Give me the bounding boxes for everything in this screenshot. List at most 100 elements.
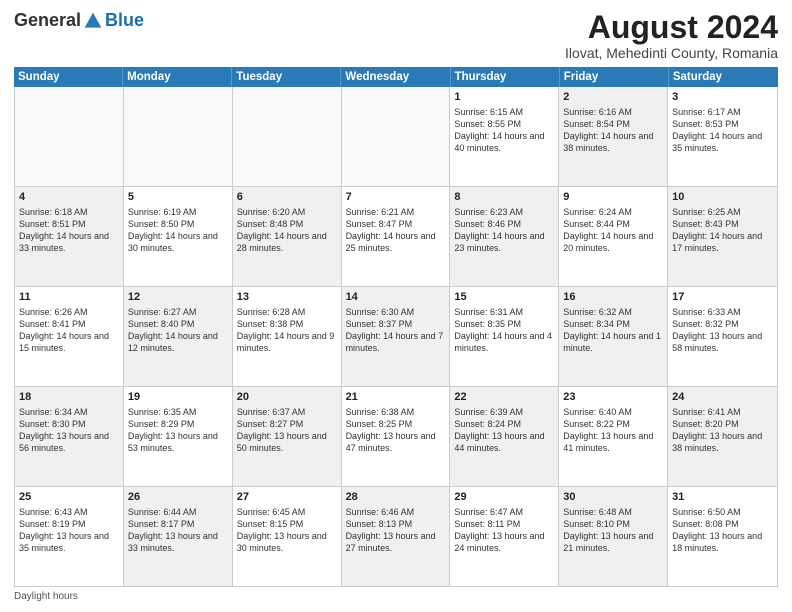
day-number: 30 [563,490,663,505]
calendar-cell: 6 Sunrise: 6:20 AM Sunset: 8:48 PM Daylight… [233,187,342,286]
daylight-text: Daylight: 14 hours and 12 minutes. [128,331,218,353]
sunrise-text: Sunrise: 6:39 AM [454,407,523,417]
page-subtitle: Ilovat, Mehedinti County, Romania [565,45,778,61]
sunset-text: Sunset: 8:46 PM [454,219,521,229]
day-number: 8 [454,190,554,205]
logo-blue-text: Blue [105,10,144,31]
calendar-cell: 23Sunrise: 6:40 AMSunset: 8:22 PMDayligh… [559,387,668,486]
calendar-cell: 15Sunrise: 6:31 AMSunset: 8:35 PMDayligh… [450,287,559,386]
sunrise-text: Sunrise: 6:21 AM [346,207,415,217]
day-number: 24 [672,390,773,405]
calendar-body: 1Sunrise: 6:15 AMSunset: 8:55 PMDaylight… [14,87,778,587]
day-number: 21 [346,390,446,405]
sunrise-text: Sunrise: 6:33 AM [672,307,741,317]
sunrise-text: Sunrise: 6:23 AM [454,207,523,217]
logo: General Blue [14,10,144,31]
sunset-text: Sunset: 8:50 PM [128,219,195,229]
day-number: 29 [454,490,554,505]
daylight-text: Daylight: 13 hours and 18 minutes. [672,531,762,553]
sunrise-text: Sunrise: 6:20 AM [237,207,306,217]
page-header: General Blue August 2024 Ilovat, Mehedin… [14,10,778,61]
sunset-text: Sunset: 8:25 PM [346,419,413,429]
daylight-text: Daylight: 13 hours and 35 minutes. [19,531,109,553]
daylight-text: Daylight: 14 hours and 20 minutes. [563,231,653,253]
day-header-wednesday: Wednesday [341,67,450,87]
day-header-monday: Monday [123,67,232,87]
sunset-text: Sunset: 8:22 PM [563,419,630,429]
daylight-text: Daylight: 13 hours and 30 minutes. [237,531,327,553]
day-number: 15 [454,290,554,305]
calendar-cell [342,87,451,186]
calendar-header: Sunday Monday Tuesday Wednesday Thursday… [14,67,778,87]
sunrise-text: Sunrise: 6:34 AM [19,407,88,417]
calendar-cell: 9Sunrise: 6:24 AMSunset: 8:44 PMDaylight… [559,187,668,286]
logo-general-text: General [14,10,81,31]
day-number: 14 [346,290,446,305]
daylight-text: Daylight: 13 hours and 58 minutes. [672,331,762,353]
daylight-text: Daylight: 13 hours and 24 minutes. [454,531,544,553]
daylight-text: Daylight: 13 hours and 53 minutes. [128,431,218,453]
sunset-text: Sunset: 8:37 PM [346,319,413,329]
daylight-text: Daylight: 14 hours and 1 minute. [563,331,661,353]
day-header-thursday: Thursday [451,67,560,87]
sunrise-text: Sunrise: 6:18 AM [19,207,88,217]
day-number: 6 [237,190,337,205]
calendar-cell: 12Sunrise: 6:27 AMSunset: 8:40 PMDayligh… [124,287,233,386]
day-number: 11 [19,290,119,305]
sunrise-text: Sunrise: 6:45 AM [237,507,306,517]
sunrise-text: Sunrise: 6:48 AM [563,507,632,517]
sunrise-text: Sunrise: 6:47 AM [454,507,523,517]
sunrise-text: Sunrise: 6:35 AM [128,407,197,417]
day-header-sunday: Sunday [14,67,123,87]
daylight-text: Daylight: 14 hours and 15 minutes. [19,331,109,353]
sunset-text: Sunset: 8:53 PM [672,119,739,129]
daylight-text: Daylight: 14 hours and 30 minutes. [128,231,218,253]
daylight-text: Daylight: 13 hours and 33 minutes. [128,531,218,553]
sunrise-text: Sunrise: 6:41 AM [672,407,741,417]
sunset-text: Sunset: 8:43 PM [672,219,739,229]
sunset-text: Sunset: 8:19 PM [19,519,86,529]
day-number: 25 [19,490,119,505]
daylight-text: Daylight: 13 hours and 38 minutes. [672,431,762,453]
sunset-text: Sunset: 8:20 PM [672,419,739,429]
sunset-text: Sunset: 8:35 PM [454,319,521,329]
sunset-text: Sunset: 8:41 PM [19,319,86,329]
daylight-text: Daylight: 14 hours and 17 minutes. [672,231,762,253]
calendar-cell: 7Sunrise: 6:21 AMSunset: 8:47 PMDaylight… [342,187,451,286]
day-number: 13 [237,290,337,305]
calendar-cell: 16Sunrise: 6:32 AMSunset: 8:34 PMDayligh… [559,287,668,386]
sunrise-text: Sunrise: 6:46 AM [346,507,415,517]
day-number: 27 [237,490,337,505]
calendar-cell: 3Sunrise: 6:17 AMSunset: 8:53 PMDaylight… [668,87,777,186]
sunrise-text: Sunrise: 6:17 AM [672,107,741,117]
daylight-text: Daylight: 14 hours and 9 minutes. [237,331,335,353]
sunrise-text: Sunrise: 6:15 AM [454,107,523,117]
calendar-cell: 14Sunrise: 6:30 AMSunset: 8:37 PMDayligh… [342,287,451,386]
sunset-text: Sunset: 8:13 PM [346,519,413,529]
calendar-cell: 4Sunrise: 6:18 AMSunset: 8:51 PMDaylight… [15,187,124,286]
sunrise-text: Sunrise: 6:30 AM [346,307,415,317]
calendar-week-3: 11Sunrise: 6:26 AMSunset: 8:41 PMDayligh… [15,287,777,387]
calendar-week-4: 18Sunrise: 6:34 AMSunset: 8:30 PMDayligh… [15,387,777,487]
daylight-text: Daylight: 14 hours and 23 minutes. [454,231,544,253]
daylight-text: Daylight: 14 hours and 38 minutes. [563,131,653,153]
sunrise-text: Sunrise: 6:27 AM [128,307,197,317]
calendar-cell: 30Sunrise: 6:48 AMSunset: 8:10 PMDayligh… [559,487,668,586]
calendar-cell: 22Sunrise: 6:39 AMSunset: 8:24 PMDayligh… [450,387,559,486]
sunset-text: Sunset: 8:08 PM [672,519,739,529]
sunset-text: Sunset: 8:48 PM [237,219,304,229]
title-block: August 2024 Ilovat, Mehedinti County, Ro… [565,10,778,61]
calendar-week-5: 25Sunrise: 6:43 AMSunset: 8:19 PMDayligh… [15,487,777,586]
calendar-cell: 25Sunrise: 6:43 AMSunset: 8:19 PMDayligh… [15,487,124,586]
daylight-text: Daylight: 14 hours and 28 minutes. [237,231,327,253]
calendar-cell [124,87,233,186]
day-number: 12 [128,290,228,305]
calendar-cell [233,87,342,186]
calendar-cell: 19Sunrise: 6:35 AMSunset: 8:29 PMDayligh… [124,387,233,486]
calendar-cell: 31Sunrise: 6:50 AMSunset: 8:08 PMDayligh… [668,487,777,586]
sunset-text: Sunset: 8:54 PM [563,119,630,129]
sunset-text: Sunset: 8:10 PM [563,519,630,529]
calendar-rows: 1Sunrise: 6:15 AMSunset: 8:55 PMDaylight… [15,87,777,586]
calendar-cell: 28Sunrise: 6:46 AMSunset: 8:13 PMDayligh… [342,487,451,586]
calendar-cell: 2Sunrise: 6:16 AMSunset: 8:54 PMDaylight… [559,87,668,186]
